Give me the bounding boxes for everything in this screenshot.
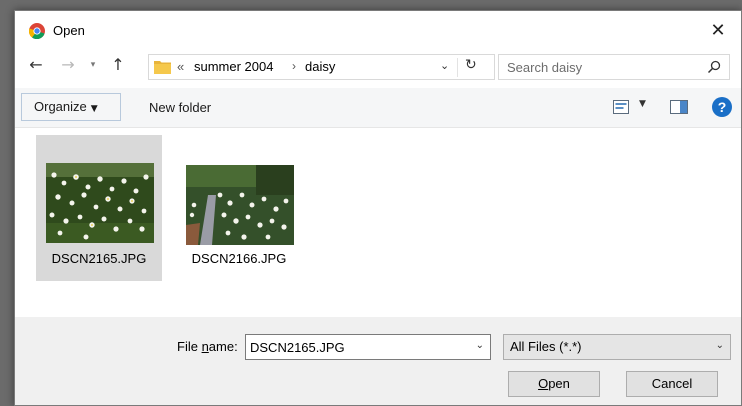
dialog-footer: File name: ⌄ All Files (*.*) ⌄ Open Canc… bbox=[15, 317, 741, 405]
organize-label: Organize bbox=[34, 99, 87, 114]
file-type-value: All Files (*.*) bbox=[510, 339, 582, 354]
file-name-input[interactable] bbox=[250, 338, 460, 356]
photo-thumbnail bbox=[46, 163, 154, 243]
chrome-icon bbox=[29, 23, 45, 39]
help-icon[interactable]: ? bbox=[712, 97, 732, 117]
close-icon[interactable]: ✕ bbox=[695, 17, 741, 45]
view-options-chevron-icon[interactable]: ▼ bbox=[639, 99, 646, 109]
file-name-label: DSCN2165.JPG bbox=[51, 251, 147, 266]
back-arrow-icon[interactable]: ← bbox=[25, 52, 47, 78]
refresh-icon[interactable]: ↻ bbox=[465, 57, 477, 73]
recent-locations-chevron-icon[interactable]: ▾ bbox=[86, 52, 100, 78]
chevron-down-icon: ▼ bbox=[90, 104, 98, 114]
title-bar: Open ✕ bbox=[15, 11, 741, 49]
file-name-label-prefix: File bbox=[177, 339, 202, 354]
search-input[interactable] bbox=[507, 58, 697, 76]
dialog-title: Open bbox=[53, 23, 85, 38]
forward-arrow-icon[interactable]: → bbox=[57, 52, 79, 78]
open-button-label: pen bbox=[548, 376, 570, 391]
photo-thumbnail bbox=[186, 165, 294, 245]
file-type-dropdown-icon: ⌄ bbox=[715, 340, 724, 351]
file-name-label-suffix: ame: bbox=[208, 339, 238, 354]
file-name-label-mnemonic: n bbox=[201, 339, 209, 354]
open-button[interactable]: Open bbox=[508, 371, 600, 397]
open-button-mnemonic: O bbox=[538, 376, 549, 391]
new-folder-button[interactable]: New folder bbox=[149, 100, 211, 115]
file-name-dropdown-icon[interactable]: ⌄ bbox=[476, 340, 484, 351]
open-file-dialog: Open ✕ ← → ▾ ↑ « summer 2004 › daisy ⌄ ↻… bbox=[14, 10, 742, 406]
file-list: DSCN2165.JPG DSCN2166.JPG bbox=[15, 129, 741, 317]
breadcrumb-overflow-icon[interactable]: « bbox=[177, 59, 184, 74]
file-item-dscn2166[interactable]: DSCN2166.JPG bbox=[172, 135, 298, 281]
file-type-select[interactable]: All Files (*.*) ⌄ bbox=[503, 334, 731, 360]
folder-icon bbox=[154, 61, 171, 74]
cancel-button[interactable]: Cancel bbox=[626, 371, 718, 397]
file-item-dscn2165[interactable]: DSCN2165.JPG bbox=[36, 135, 162, 281]
breadcrumb-summer-2004[interactable]: summer 2004 bbox=[194, 59, 273, 74]
search-icon[interactable] bbox=[707, 60, 721, 74]
breadcrumb-separator-icon[interactable]: › bbox=[292, 59, 296, 73]
change-view-icon[interactable] bbox=[613, 100, 629, 114]
up-arrow-icon[interactable]: ↑ bbox=[107, 52, 129, 78]
organize-button[interactable]: Organize ▼ bbox=[21, 93, 121, 121]
file-name-field-label: File name: bbox=[177, 339, 238, 354]
breadcrumb-daisy[interactable]: daisy bbox=[305, 59, 335, 74]
file-name-combobox[interactable]: ⌄ bbox=[245, 334, 491, 360]
file-name-label: DSCN2166.JPG bbox=[191, 251, 287, 266]
preview-pane-icon[interactable] bbox=[670, 100, 688, 114]
command-toolbar: Organize ▼ New folder ▼ ? bbox=[15, 88, 741, 128]
address-dropdown-icon[interactable]: ⌄ bbox=[440, 59, 449, 72]
address-bar[interactable]: « summer 2004 › daisy ⌄ ↻ bbox=[148, 54, 495, 80]
address-divider bbox=[457, 58, 458, 77]
search-box[interactable] bbox=[498, 54, 730, 80]
